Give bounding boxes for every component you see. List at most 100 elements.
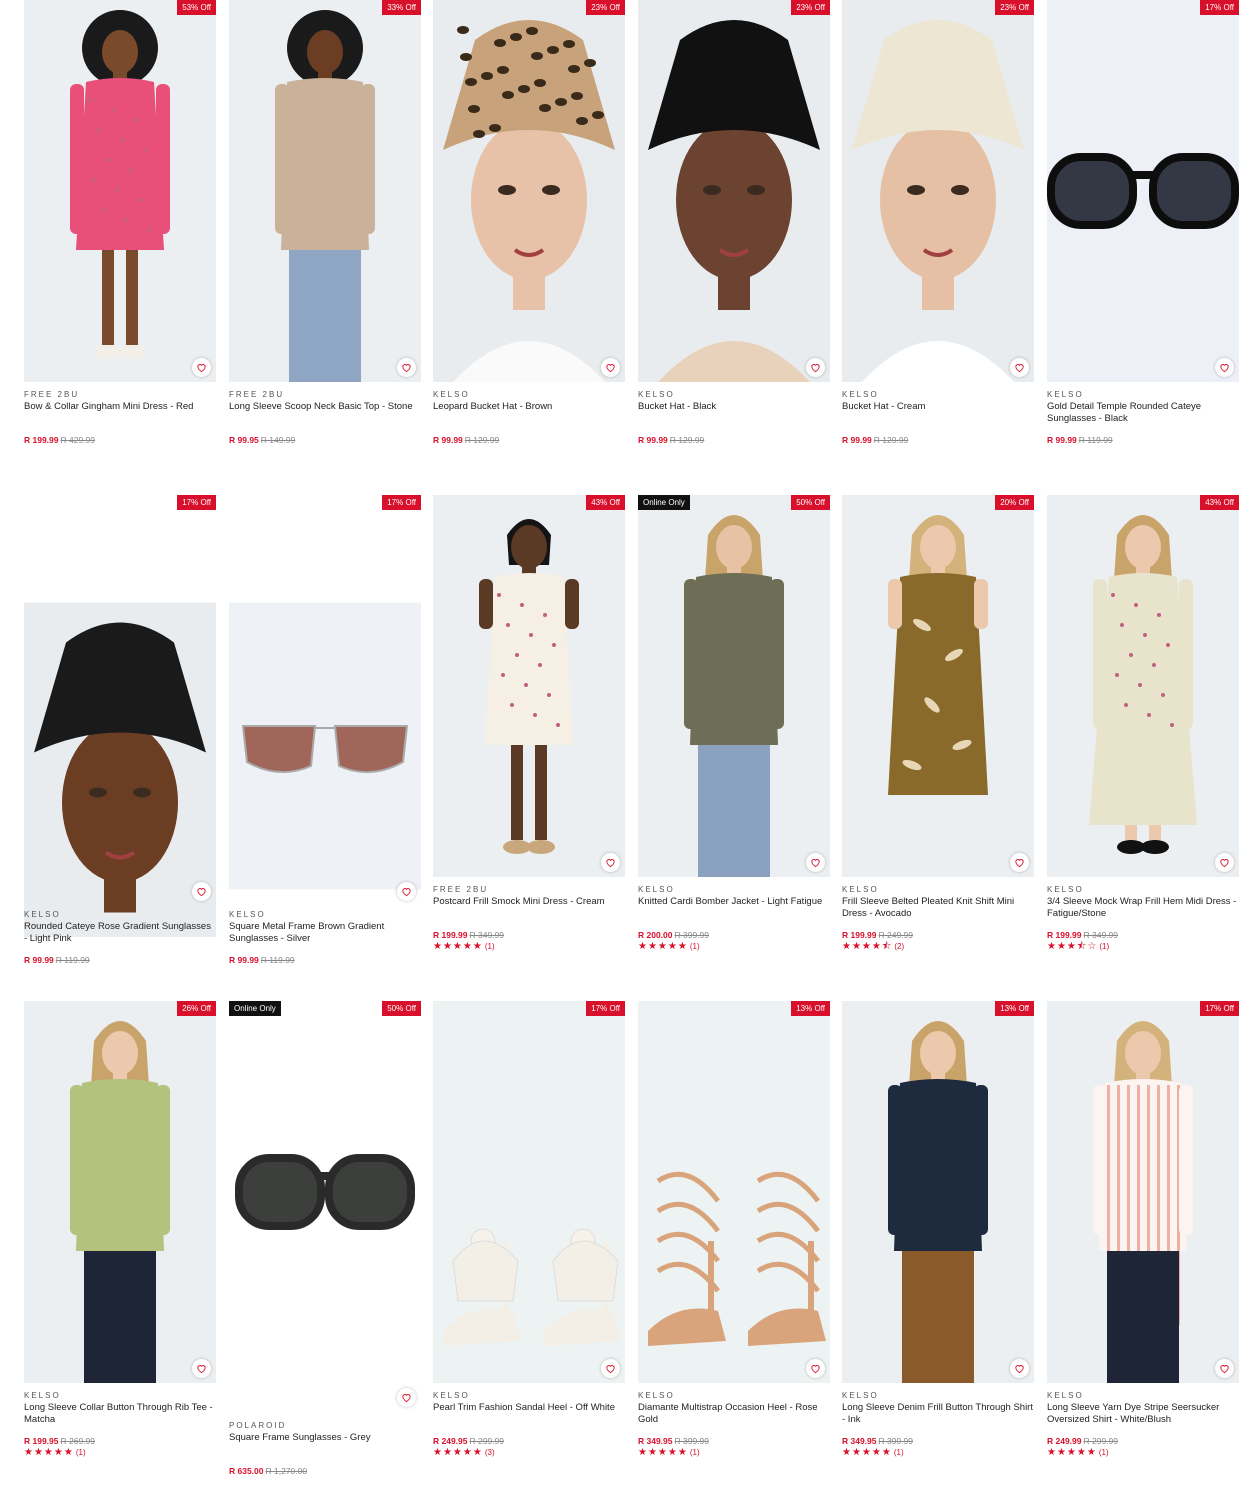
- product-brand[interactable]: KELSO: [842, 1391, 1034, 1401]
- product-card[interactable]: 13% Off KELSO Diamante Multistrap Occasion…: [638, 1001, 830, 1481]
- product-card[interactable]: 23% Off KELSO Leopard Bucket Hat - Brown R …: [433, 0, 625, 480]
- product-card[interactable]: 17% Off KELSO Gold Detail Temple Rounded C…: [1047, 0, 1239, 480]
- product-image-frame[interactable]: 13% Off: [638, 1001, 830, 1383]
- product-brand[interactable]: FREE 2BU: [229, 390, 421, 400]
- product-rating[interactable]: ★★★⯪☆ (1): [1047, 941, 1109, 952]
- product-image[interactable]: [1047, 495, 1239, 877]
- product-image-frame[interactable]: 17% Off: [1047, 0, 1239, 382]
- product-image-frame[interactable]: 33% Off: [229, 0, 421, 382]
- product-brand[interactable]: KELSO: [1047, 1391, 1239, 1401]
- product-card[interactable]: 53% Off FREE 2BU Bow & Collar Gingham Mini…: [24, 0, 216, 480]
- wishlist-heart-icon[interactable]: [806, 1359, 825, 1378]
- product-image[interactable]: [433, 495, 625, 877]
- product-title[interactable]: Diamante Multistrap Occasion Heel - Rose…: [638, 1402, 830, 1426]
- product-brand[interactable]: POLAROID: [229, 1421, 421, 1431]
- product-card[interactable]: 17% Off KELSO Pearl Trim Fashion Sandal He…: [433, 1001, 625, 1481]
- product-image-frame[interactable]: 13% Off: [842, 1001, 1034, 1383]
- product-card[interactable]: 17% Off KELSO Rounded Cateye Rose Gradient…: [24, 495, 216, 975]
- wishlist-heart-icon[interactable]: [806, 853, 825, 872]
- product-title[interactable]: Long Sleeve Scoop Neck Basic Top - Stone: [229, 401, 421, 425]
- product-card[interactable]: Online Only 50% Off KELSO Knitted Cardi Bom…: [638, 495, 830, 975]
- product-rating[interactable]: ★★★★★ (1): [638, 1447, 700, 1458]
- wishlist-heart-icon[interactable]: [1010, 853, 1029, 872]
- product-title[interactable]: Long Sleeve Collar Button Through Rib Te…: [24, 1402, 216, 1426]
- product-image[interactable]: [638, 1001, 830, 1383]
- product-image-frame[interactable]: 23% Off: [638, 0, 830, 382]
- product-brand[interactable]: FREE 2BU: [433, 885, 625, 895]
- product-image[interactable]: [229, 1001, 421, 1383]
- product-rating[interactable]: ★★★★⯪ (2): [842, 941, 904, 952]
- product-brand[interactable]: KELSO: [1047, 390, 1239, 400]
- product-card[interactable]: 23% Off KELSO Bucket Hat - Cream R 99.99 R 1…: [842, 0, 1034, 480]
- product-card[interactable]: 33% Off FREE 2BU Long Sleeve Scoop Neck Ba…: [229, 0, 421, 480]
- product-card[interactable]: 23% Off KELSO Bucket Hat - Black R 99.99 R 1…: [638, 0, 830, 480]
- product-title[interactable]: Long Sleeve Yarn Dye Stripe Seersucker O…: [1047, 1402, 1239, 1426]
- product-title[interactable]: Postcard Frill Smock Mini Dress - Cream: [433, 896, 625, 920]
- product-rating[interactable]: ★★★★★ (1): [1047, 1447, 1109, 1458]
- product-title[interactable]: Square Metal Frame Brown Gradient Sungla…: [229, 921, 421, 945]
- product-title[interactable]: Bucket Hat - Black: [638, 401, 830, 425]
- product-title[interactable]: Knitted Cardi Bomber Jacket - Light Fati…: [638, 896, 830, 920]
- wishlist-heart-icon[interactable]: [601, 1359, 620, 1378]
- product-image-frame[interactable]: 23% Off: [433, 0, 625, 382]
- product-card[interactable]: 13% Off KELSO Long Sleeve Denim Frill Butt…: [842, 1001, 1034, 1481]
- product-brand[interactable]: KELSO: [433, 1391, 625, 1401]
- product-image-frame[interactable]: 43% Off: [433, 495, 625, 877]
- wishlist-heart-icon[interactable]: [397, 358, 416, 377]
- product-card[interactable]: Online Only 50% Off POLAROID Square Frame S…: [229, 1001, 421, 1481]
- product-image-frame[interactable]: 17% Off: [1047, 1001, 1239, 1383]
- product-image[interactable]: [638, 0, 830, 382]
- product-title[interactable]: Bucket Hat - Cream: [842, 401, 1034, 425]
- product-image[interactable]: [433, 0, 625, 382]
- product-brand[interactable]: KELSO: [638, 390, 830, 400]
- product-rating[interactable]: ★★★★★ (3): [433, 1447, 495, 1458]
- wishlist-heart-icon[interactable]: [1215, 358, 1234, 377]
- product-image[interactable]: [24, 1001, 216, 1383]
- product-card[interactable]: 20% Off KELSO Frill Sleeve Belted Pleated …: [842, 495, 1034, 975]
- product-brand[interactable]: KELSO: [842, 885, 1034, 895]
- product-brand[interactable]: KELSO: [24, 1391, 216, 1401]
- product-image[interactable]: [842, 495, 1034, 877]
- product-image-frame[interactable]: 20% Off: [842, 495, 1034, 877]
- wishlist-heart-icon[interactable]: [1215, 1359, 1234, 1378]
- product-title[interactable]: 3/4 Sleeve Mock Wrap Frill Hem Midi Dres…: [1047, 896, 1239, 920]
- wishlist-heart-icon[interactable]: [1215, 853, 1234, 872]
- product-title[interactable]: Leopard Bucket Hat - Brown: [433, 401, 625, 425]
- product-image-frame[interactable]: 43% Off: [1047, 495, 1239, 877]
- product-rating[interactable]: ★★★★★ (1): [842, 1447, 904, 1458]
- product-title[interactable]: Frill Sleeve Belted Pleated Knit Shift M…: [842, 896, 1034, 920]
- product-title[interactable]: Gold Detail Temple Rounded Cateye Sungla…: [1047, 401, 1239, 425]
- product-card[interactable]: 43% Off FREE 2BU Postcard Frill Smock Mini…: [433, 495, 625, 975]
- wishlist-heart-icon[interactable]: [1010, 1359, 1029, 1378]
- wishlist-heart-icon[interactable]: [806, 358, 825, 377]
- product-image-frame[interactable]: 17% Off: [229, 495, 421, 906]
- product-image[interactable]: [229, 0, 421, 382]
- product-image[interactable]: [842, 0, 1034, 382]
- wishlist-heart-icon[interactable]: [601, 853, 620, 872]
- product-card[interactable]: 17% Off KELSO Long Sleeve Yarn Dye Stripe …: [1047, 1001, 1239, 1481]
- product-image-frame[interactable]: Online Only 50% Off: [638, 495, 830, 877]
- product-image-frame[interactable]: 17% Off: [24, 495, 216, 937]
- product-brand[interactable]: KELSO: [229, 910, 421, 920]
- product-card[interactable]: 17% Off KELSO Square Metal Frame Brown Gra…: [229, 495, 421, 975]
- product-brand[interactable]: KELSO: [1047, 885, 1239, 895]
- product-title[interactable]: Square Frame Sunglasses - Grey: [229, 1432, 421, 1456]
- product-image[interactable]: [1047, 1001, 1239, 1383]
- wishlist-heart-icon[interactable]: [397, 1388, 416, 1407]
- product-rating[interactable]: ★★★★★ (1): [433, 941, 495, 952]
- product-image[interactable]: [24, 0, 216, 382]
- wishlist-heart-icon[interactable]: [192, 358, 211, 377]
- product-image[interactable]: [1047, 0, 1239, 382]
- product-image[interactable]: [842, 1001, 1034, 1383]
- product-image-frame[interactable]: 53% Off: [24, 0, 216, 382]
- wishlist-heart-icon[interactable]: [1010, 358, 1029, 377]
- product-brand[interactable]: KELSO: [433, 390, 625, 400]
- product-title[interactable]: Bow & Collar Gingham Mini Dress - Red: [24, 401, 216, 425]
- product-image-frame[interactable]: 26% Off: [24, 1001, 216, 1383]
- product-image-frame[interactable]: 23% Off: [842, 0, 1034, 382]
- product-title[interactable]: Rounded Cateye Rose Gradient Sunglasses …: [24, 921, 216, 945]
- wishlist-heart-icon[interactable]: [601, 358, 620, 377]
- product-brand[interactable]: KELSO: [638, 1391, 830, 1401]
- product-brand[interactable]: KELSO: [842, 390, 1034, 400]
- product-brand[interactable]: FREE 2BU: [24, 390, 216, 400]
